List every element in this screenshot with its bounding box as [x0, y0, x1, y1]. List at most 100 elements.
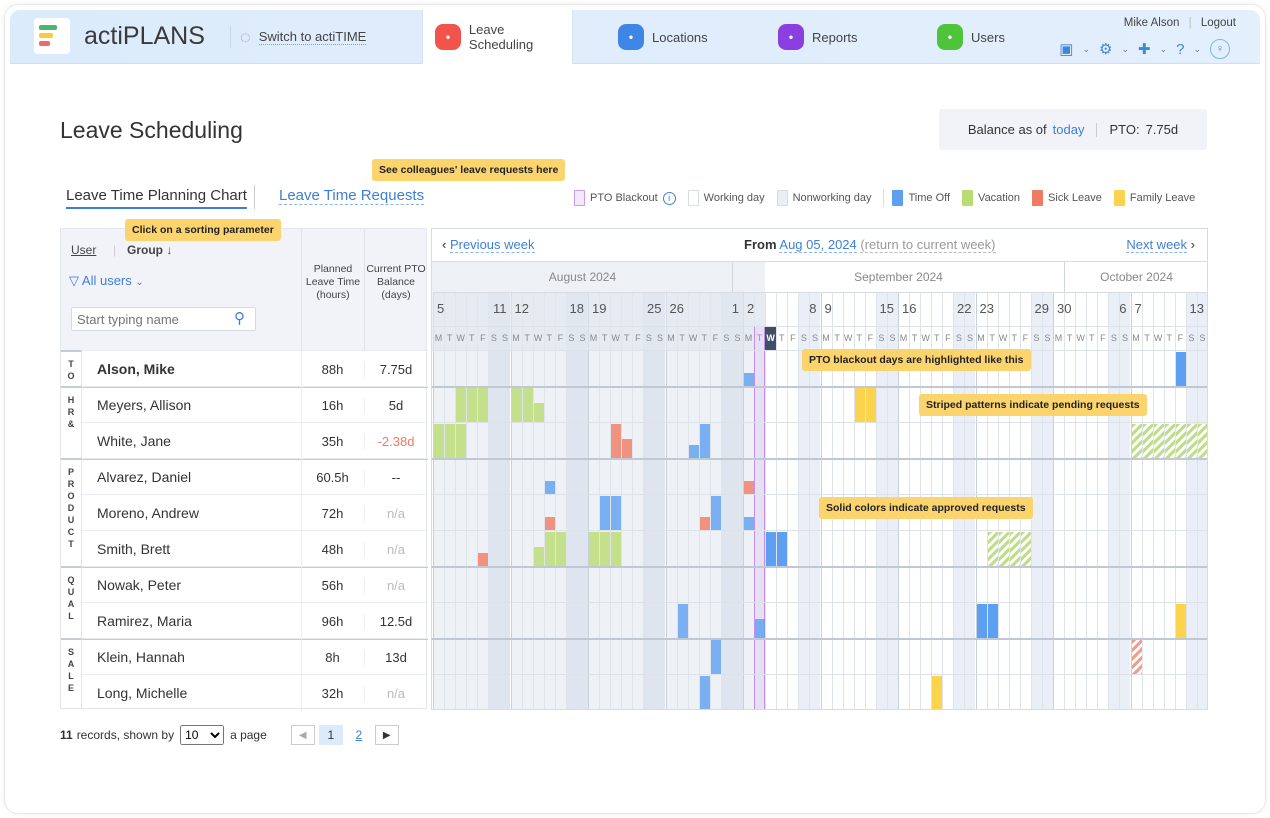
page-2[interactable]: 2 — [347, 725, 371, 745]
chevron-down-icon[interactable]: ⌄ — [1082, 44, 1090, 55]
leave-bar-vacation[interactable] — [600, 532, 611, 566]
leave-bar-sick[interactable] — [699, 517, 710, 530]
user-name[interactable]: Moreno, Andrew — [97, 505, 199, 521]
leave-bar-timeoff[interactable] — [688, 445, 699, 458]
lightbulb-icon[interactable]: ♀ — [1210, 39, 1230, 59]
page-1[interactable]: 1 — [318, 725, 343, 745]
user-name[interactable]: Alvarez, Daniel — [97, 469, 191, 485]
leave-bar-timeoff[interactable] — [710, 640, 721, 674]
puzzle-icon[interactable]: ✚ — [1138, 40, 1151, 58]
leave-bar-timeoff[interactable] — [699, 676, 710, 709]
leave-bar-sick-pending[interactable] — [1131, 640, 1142, 674]
help-icon[interactable]: ? — [1176, 41, 1184, 58]
logout-link[interactable]: Logout — [1201, 17, 1236, 29]
leave-bar-vacation-pending[interactable] — [998, 532, 1009, 566]
user-name[interactable]: Klein, Hannah — [97, 649, 185, 665]
leave-bar-vacation[interactable] — [555, 532, 566, 566]
leave-bar-timeoff[interactable] — [755, 619, 766, 638]
table-row[interactable]: Ramirez, Maria 96h 12.5d — [82, 602, 428, 639]
table-row[interactable]: Alson, Mike 88h 7.75d — [82, 350, 428, 387]
leave-bar-vacation[interactable] — [533, 403, 544, 422]
actiplans-logo[interactable] — [34, 18, 70, 54]
chevron-down-icon[interactable]: ⌄ — [1160, 44, 1168, 55]
tab-planning-chart[interactable]: Leave Time Planning Chart — [66, 187, 247, 209]
leave-bar-vacation[interactable] — [434, 424, 445, 458]
leave-bar-family[interactable] — [932, 676, 943, 709]
leave-bar-vacation[interactable] — [445, 424, 456, 458]
leave-bar-vacation-pending[interactable] — [1197, 424, 1207, 458]
leave-bar-vacation-pending[interactable] — [1153, 424, 1164, 458]
table-row[interactable]: Moreno, Andrew 72h n/a — [82, 494, 428, 531]
user-name[interactable]: Alson, Mike — [97, 361, 175, 377]
leave-bar-vacation-pending[interactable] — [1186, 424, 1197, 458]
info-icon[interactable]: i — [662, 191, 676, 205]
search-icon[interactable]: ⚲ — [234, 309, 245, 327]
leave-bar-sick[interactable] — [611, 424, 622, 458]
from-date-picker[interactable]: Aug 05, 2024 — [779, 237, 857, 253]
tab-users[interactable]: • Users — [925, 10, 1015, 64]
leave-bar-sick[interactable] — [622, 439, 633, 458]
leave-bar-vacation-pending[interactable] — [1175, 424, 1186, 458]
search-input[interactable] — [71, 307, 256, 331]
leave-bar-vacation[interactable] — [467, 388, 478, 422]
prev-page-button[interactable]: ◀ — [290, 725, 315, 745]
leave-bar-vacation-pending[interactable] — [1020, 532, 1031, 566]
chevron-down-icon[interactable]: ⌄ — [1193, 44, 1201, 55]
table-row[interactable]: Klein, Hannah 8h 13d — [82, 638, 428, 675]
table-row[interactable]: Long, Michelle 32h n/a — [82, 674, 428, 711]
tab-leave-scheduling[interactable]: • Leave Scheduling — [422, 10, 573, 64]
sort-by-group[interactable]: Group ↓ — [127, 243, 172, 257]
user-name[interactable]: Nowak, Peter — [97, 577, 181, 593]
user-name[interactable]: Ramirez, Maria — [97, 613, 192, 629]
leave-bar-vacation[interactable] — [522, 388, 533, 422]
calendar-icon[interactable]: ▣ — [1059, 40, 1073, 58]
chevron-down-icon[interactable]: ⌄ — [1121, 44, 1129, 55]
tab-locations[interactable]: • Locations — [606, 10, 716, 64]
leave-bar-timeoff[interactable] — [699, 424, 710, 458]
leave-bar-vacation[interactable] — [456, 424, 467, 458]
leave-bar-vacation[interactable] — [511, 388, 522, 422]
leave-bar-timeoff[interactable] — [1175, 352, 1186, 386]
leave-bar-vacation-pending[interactable] — [987, 532, 998, 566]
table-row[interactable]: Alvarez, Daniel 60.5h -- — [82, 458, 428, 495]
leave-bar-sick[interactable] — [478, 553, 489, 566]
leave-bar-timeoff[interactable] — [600, 496, 611, 530]
leave-bar-timeoff[interactable] — [710, 496, 721, 530]
next-page-button[interactable]: ▶ — [374, 725, 399, 745]
leave-bar-family[interactable] — [1175, 604, 1186, 638]
leave-bar-sick[interactable] — [544, 517, 555, 530]
leave-bar-vacation-pending[interactable] — [1164, 424, 1175, 458]
user-name[interactable]: Long, Michelle — [97, 685, 187, 701]
user-name[interactable]: Meyers, Allison — [97, 397, 191, 413]
leave-bar-family[interactable] — [854, 388, 865, 422]
leave-bar-vacation[interactable] — [589, 532, 600, 566]
switch-to-actitime[interactable]: ◌ Switch to actiTIME — [240, 10, 367, 64]
gear-icon[interactable]: ⚙ — [1099, 40, 1112, 58]
leave-bar-family[interactable] — [865, 388, 876, 422]
previous-week-link[interactable]: Previous week — [449, 237, 535, 253]
tab-reports[interactable]: • Reports — [766, 10, 866, 64]
per-page-select[interactable]: 10 — [180, 725, 225, 745]
user-name[interactable]: Smith, Brett — [97, 541, 170, 557]
user-filter[interactable]: ▽ All users ⌄ — [69, 273, 144, 289]
balance-date-link[interactable]: today — [1053, 122, 1085, 137]
leave-bar-timeoff[interactable] — [744, 517, 755, 530]
leave-bar-timeoff[interactable] — [744, 373, 755, 386]
leave-bar-vacation-pending[interactable] — [1142, 424, 1153, 458]
leave-bar-timeoff[interactable] — [777, 532, 788, 566]
leave-bar-vacation[interactable] — [478, 388, 489, 422]
leave-bar-vacation[interactable] — [533, 547, 544, 566]
return-current-week[interactable]: (return to current week) — [860, 237, 996, 253]
leave-bar-timeoff[interactable] — [677, 604, 688, 638]
leave-bar-vacation-pending[interactable] — [1131, 424, 1142, 458]
leave-bar-timeoff[interactable] — [766, 532, 777, 566]
leave-bar-timeoff[interactable] — [976, 604, 987, 638]
user-name[interactable]: White, Jane — [97, 433, 171, 449]
table-row[interactable]: White, Jane 35h -2.38d — [82, 422, 428, 459]
sort-by-user[interactable]: User — [71, 243, 96, 257]
leave-bar-sick[interactable] — [744, 481, 755, 494]
leave-bar-vacation[interactable] — [456, 388, 467, 422]
leave-bar-vacation[interactable] — [544, 532, 555, 566]
leave-bar-timeoff[interactable] — [544, 481, 555, 494]
leave-bar-timeoff[interactable] — [987, 604, 998, 638]
